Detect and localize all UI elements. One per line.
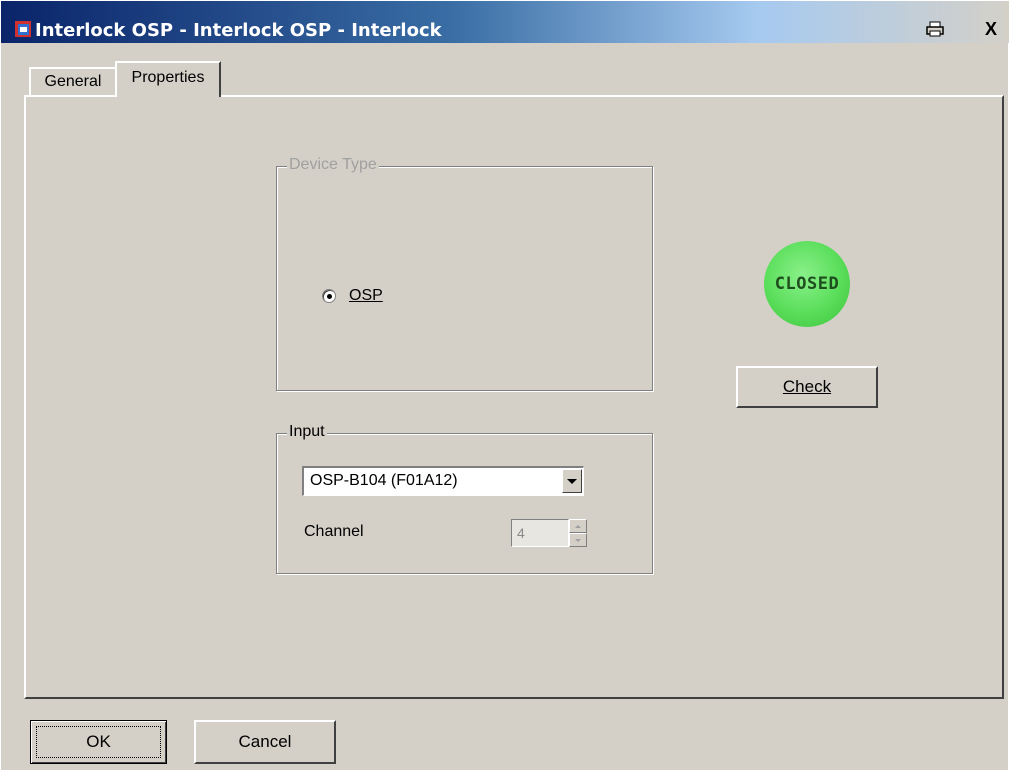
check-button-label: Check [782, 377, 832, 396]
status-text: CLOSED [774, 274, 840, 294]
status-indicator: CLOSED [764, 241, 850, 327]
window-title: Interlock OSP - Interlock OSP - Interloc… [35, 20, 442, 41]
tab-general[interactable]: General [29, 67, 115, 95]
radio-osp-label: OSP [349, 287, 383, 304]
input-group: Input [276, 423, 653, 574]
device-type-group: Device Type OSP [276, 156, 653, 391]
device-type-legend: Device Type [287, 156, 379, 174]
channel-stepper [569, 519, 587, 547]
chevron-down-icon[interactable] [562, 469, 582, 493]
ok-button[interactable]: OK [30, 720, 167, 764]
focus-rect [36, 726, 161, 758]
spin-down-icon [569, 533, 587, 547]
tab-properties[interactable]: Properties [115, 61, 221, 97]
spin-up-icon [569, 519, 587, 533]
cancel-button[interactable]: Cancel [194, 720, 336, 764]
app-icon [15, 21, 31, 37]
input-select-value: OSP-B104 (F01A12) [310, 472, 458, 489]
printer-icon[interactable] [923, 18, 947, 40]
input-legend: Input [287, 423, 327, 441]
title-bar: Interlock OSP - Interlock OSP - Interloc… [1, 1, 1009, 43]
channel-field: 4 [511, 519, 569, 547]
channel-label: Channel [304, 523, 364, 540]
dialog-window: Interlock OSP - Interlock OSP - Interloc… [0, 0, 1009, 771]
radio-osp[interactable]: OSP [322, 287, 383, 305]
check-button[interactable]: Check [736, 366, 878, 408]
channel-value: 4 [517, 525, 525, 541]
close-button[interactable]: X [979, 18, 1003, 40]
input-select[interactable]: OSP-B104 (F01A12) [302, 466, 584, 496]
cancel-button-label: Cancel [238, 732, 292, 751]
radio-button[interactable] [322, 289, 336, 303]
